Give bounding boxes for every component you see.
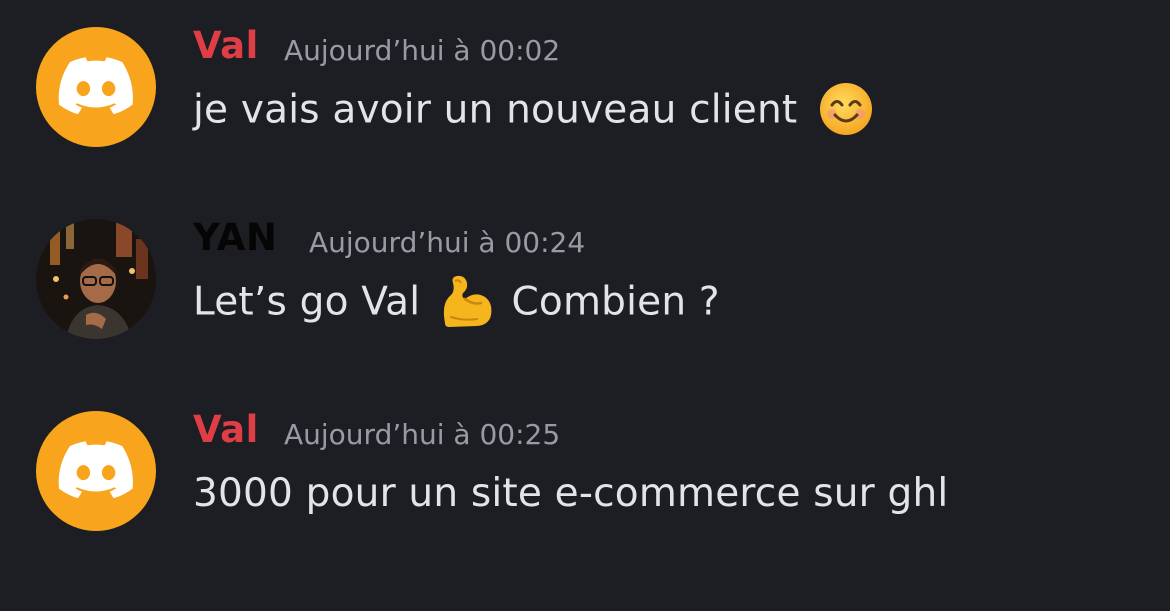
message-text-before: Let’s go Val <box>193 279 421 325</box>
message-yan[interactable]: YAN Aujourd’hui à 00:24 Let’s go Val Com… <box>0 192 1170 342</box>
message-val-1[interactable]: Val Aujourd’hui à 00:02 je vais avoir un… <box>0 0 1170 150</box>
discord-logo-icon <box>58 57 133 115</box>
message-text: 3000 pour un site e-commerce sur ghl <box>193 471 949 516</box>
flexed-biceps-emoji-icon <box>443 275 492 327</box>
avatar-yan[interactable] <box>36 219 156 339</box>
message-timestamp[interactable]: Aujourd’hui à 00:02 <box>284 34 560 67</box>
author-name[interactable]: Val <box>193 408 259 451</box>
message-timestamp[interactable]: Aujourd’hui à 00:24 <box>309 226 585 259</box>
avatar-val[interactable] <box>36 411 156 531</box>
author-name[interactable]: Val <box>193 24 259 67</box>
message-content: je vais avoir un nouveau client <box>193 83 874 137</box>
message-val-2[interactable]: Val Aujourd’hui à 00:25 3000 pour un sit… <box>0 384 1170 534</box>
message-text-after: Combien ? <box>511 279 720 325</box>
author-name[interactable]: YAN <box>193 216 277 259</box>
message-text: je vais avoir un nouveau client <box>193 87 798 133</box>
discord-logo-icon <box>58 441 133 499</box>
user-photo-icon <box>36 219 156 339</box>
message-content: 3000 pour un site e-commerce sur ghl <box>193 471 948 516</box>
smiling-face-emoji-icon <box>820 83 873 135</box>
message-content: Let’s go Val Combien ? <box>193 275 720 329</box>
avatar-val[interactable] <box>36 27 156 147</box>
message-timestamp[interactable]: Aujourd’hui à 00:25 <box>284 418 560 451</box>
